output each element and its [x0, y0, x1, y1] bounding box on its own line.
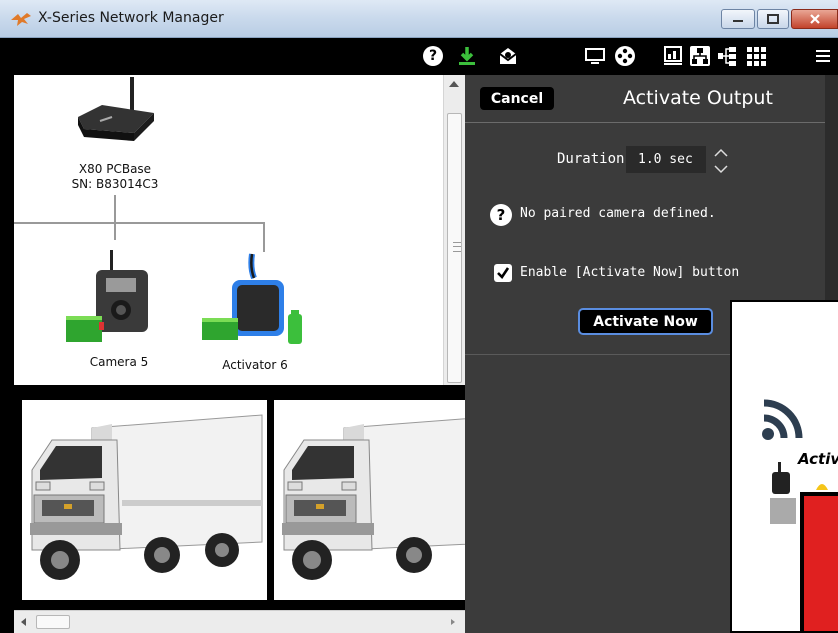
help-icon[interactable]: ?: [490, 204, 512, 226]
truck-thumbnail[interactable]: [22, 400, 267, 600]
activator-diagram-icon: [770, 462, 838, 631]
enable-activate-now-label: Enable [Activate Now] button: [520, 265, 740, 280]
close-icon: [809, 14, 820, 24]
scrollbar-thumb[interactable]: [447, 113, 462, 383]
activator-6-icon[interactable]: [202, 250, 312, 350]
network-tree-icon[interactable]: [688, 44, 712, 68]
scrollbar-thumb[interactable]: [36, 615, 70, 629]
help-glyph: ?: [423, 46, 443, 66]
app-logo-icon: [11, 13, 31, 26]
mail-icon[interactable]: [496, 44, 520, 68]
truck-thumbnail[interactable]: [274, 400, 465, 600]
duration-field[interactable]: 1.0 sec: [626, 146, 706, 173]
help-icon[interactable]: ?: [421, 44, 445, 68]
tree-connector: [14, 222, 265, 224]
camera-5-icon[interactable]: [66, 250, 158, 350]
activator-popup: Activ: [730, 300, 838, 633]
hierarchy-icon[interactable]: [715, 44, 739, 68]
minimize-button[interactable]: [721, 9, 755, 29]
chevron-down-icon: [714, 165, 728, 174]
device-tree: X80 PCBase SN: B83014C3 Camera 5 Activat…: [14, 75, 463, 385]
scroll-right-icon[interactable]: [451, 619, 455, 625]
title-bar: X-Series Network Manager: [0, 0, 838, 38]
toolbar: ?: [0, 38, 838, 75]
minimize-icon: [733, 20, 743, 22]
grid-icon[interactable]: [744, 44, 768, 68]
duration-label: Duration:: [557, 151, 633, 167]
tree-connector: [263, 222, 265, 252]
camera-5-label: Camera 5: [89, 355, 149, 369]
wireless-signal-icon: [762, 399, 803, 440]
tree-vertical-scrollbar[interactable]: [443, 75, 465, 385]
monitor-icon[interactable]: [583, 44, 607, 68]
enable-activate-now-checkbox[interactable]: [494, 264, 512, 282]
camera-thumbnails: [14, 385, 465, 610]
duration-stepper[interactable]: [712, 145, 730, 177]
film-reel-icon[interactable]: [613, 44, 637, 68]
activate-now-button[interactable]: Activate Now: [578, 308, 713, 335]
scroll-up-icon[interactable]: [449, 81, 459, 87]
pcbase-name: X80 PCBase: [78, 162, 152, 176]
scroll-left-icon[interactable]: [21, 618, 26, 626]
divider: [465, 122, 825, 123]
chevron-up-icon: [714, 148, 728, 157]
pcbase-device-icon[interactable]: [72, 77, 162, 149]
report-icon[interactable]: [661, 44, 685, 68]
activator-6-label: Activator 6: [222, 358, 288, 372]
close-button[interactable]: [791, 9, 838, 29]
pcbase-serial: SN: B83014C3: [71, 177, 159, 191]
thumbnails-horizontal-scrollbar[interactable]: [14, 610, 465, 633]
no-camera-message: No paired camera defined.: [520, 206, 716, 221]
cancel-button[interactable]: Cancel: [480, 87, 554, 110]
window-title: X-Series Network Manager: [38, 10, 224, 26]
tree-connector: [114, 195, 116, 240]
maximize-button[interactable]: [757, 9, 789, 29]
checkmark-icon: [497, 267, 510, 280]
download-icon[interactable]: [455, 44, 479, 68]
menu-icon[interactable]: [812, 44, 834, 68]
panel-title: Activate Output: [623, 87, 773, 109]
maximize-icon: [767, 14, 779, 24]
